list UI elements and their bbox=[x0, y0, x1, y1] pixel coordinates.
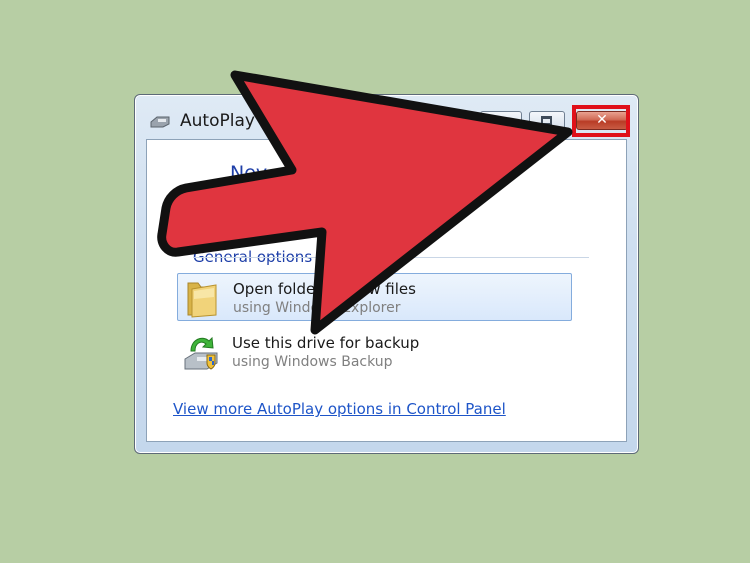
option-title: Use this drive for backup bbox=[232, 334, 420, 352]
option-use-drive-backup[interactable]: Use this drive for backup using Windows … bbox=[177, 328, 572, 376]
option-title: Open folder to view files bbox=[233, 280, 416, 298]
minimize-button[interactable] bbox=[480, 111, 522, 130]
maximize-button[interactable] bbox=[529, 111, 565, 130]
option-subtitle: using Windows Explorer bbox=[233, 300, 401, 316]
drive-heading: Nev bbox=[230, 162, 268, 184]
window-title: AutoPlay bbox=[180, 111, 255, 131]
backup-drive-icon bbox=[184, 336, 218, 370]
autoplay-window: AutoPlay ✕ Nev General options Open fold… bbox=[134, 94, 639, 454]
maximize-icon bbox=[541, 116, 552, 125]
section-divider bbox=[193, 257, 589, 258]
title-bar[interactable]: AutoPlay ✕ bbox=[135, 95, 638, 141]
control-panel-link[interactable]: View more AutoPlay options in Control Pa… bbox=[173, 400, 506, 418]
drive-icon bbox=[150, 116, 170, 128]
close-button-highlight bbox=[572, 105, 630, 137]
window-content: Nev General options Open folder to view … bbox=[146, 139, 627, 442]
option-open-folder[interactable]: Open folder to view files using Windows … bbox=[177, 273, 572, 321]
option-subtitle: using Windows Backup bbox=[232, 354, 393, 370]
folder-icon bbox=[187, 282, 217, 318]
